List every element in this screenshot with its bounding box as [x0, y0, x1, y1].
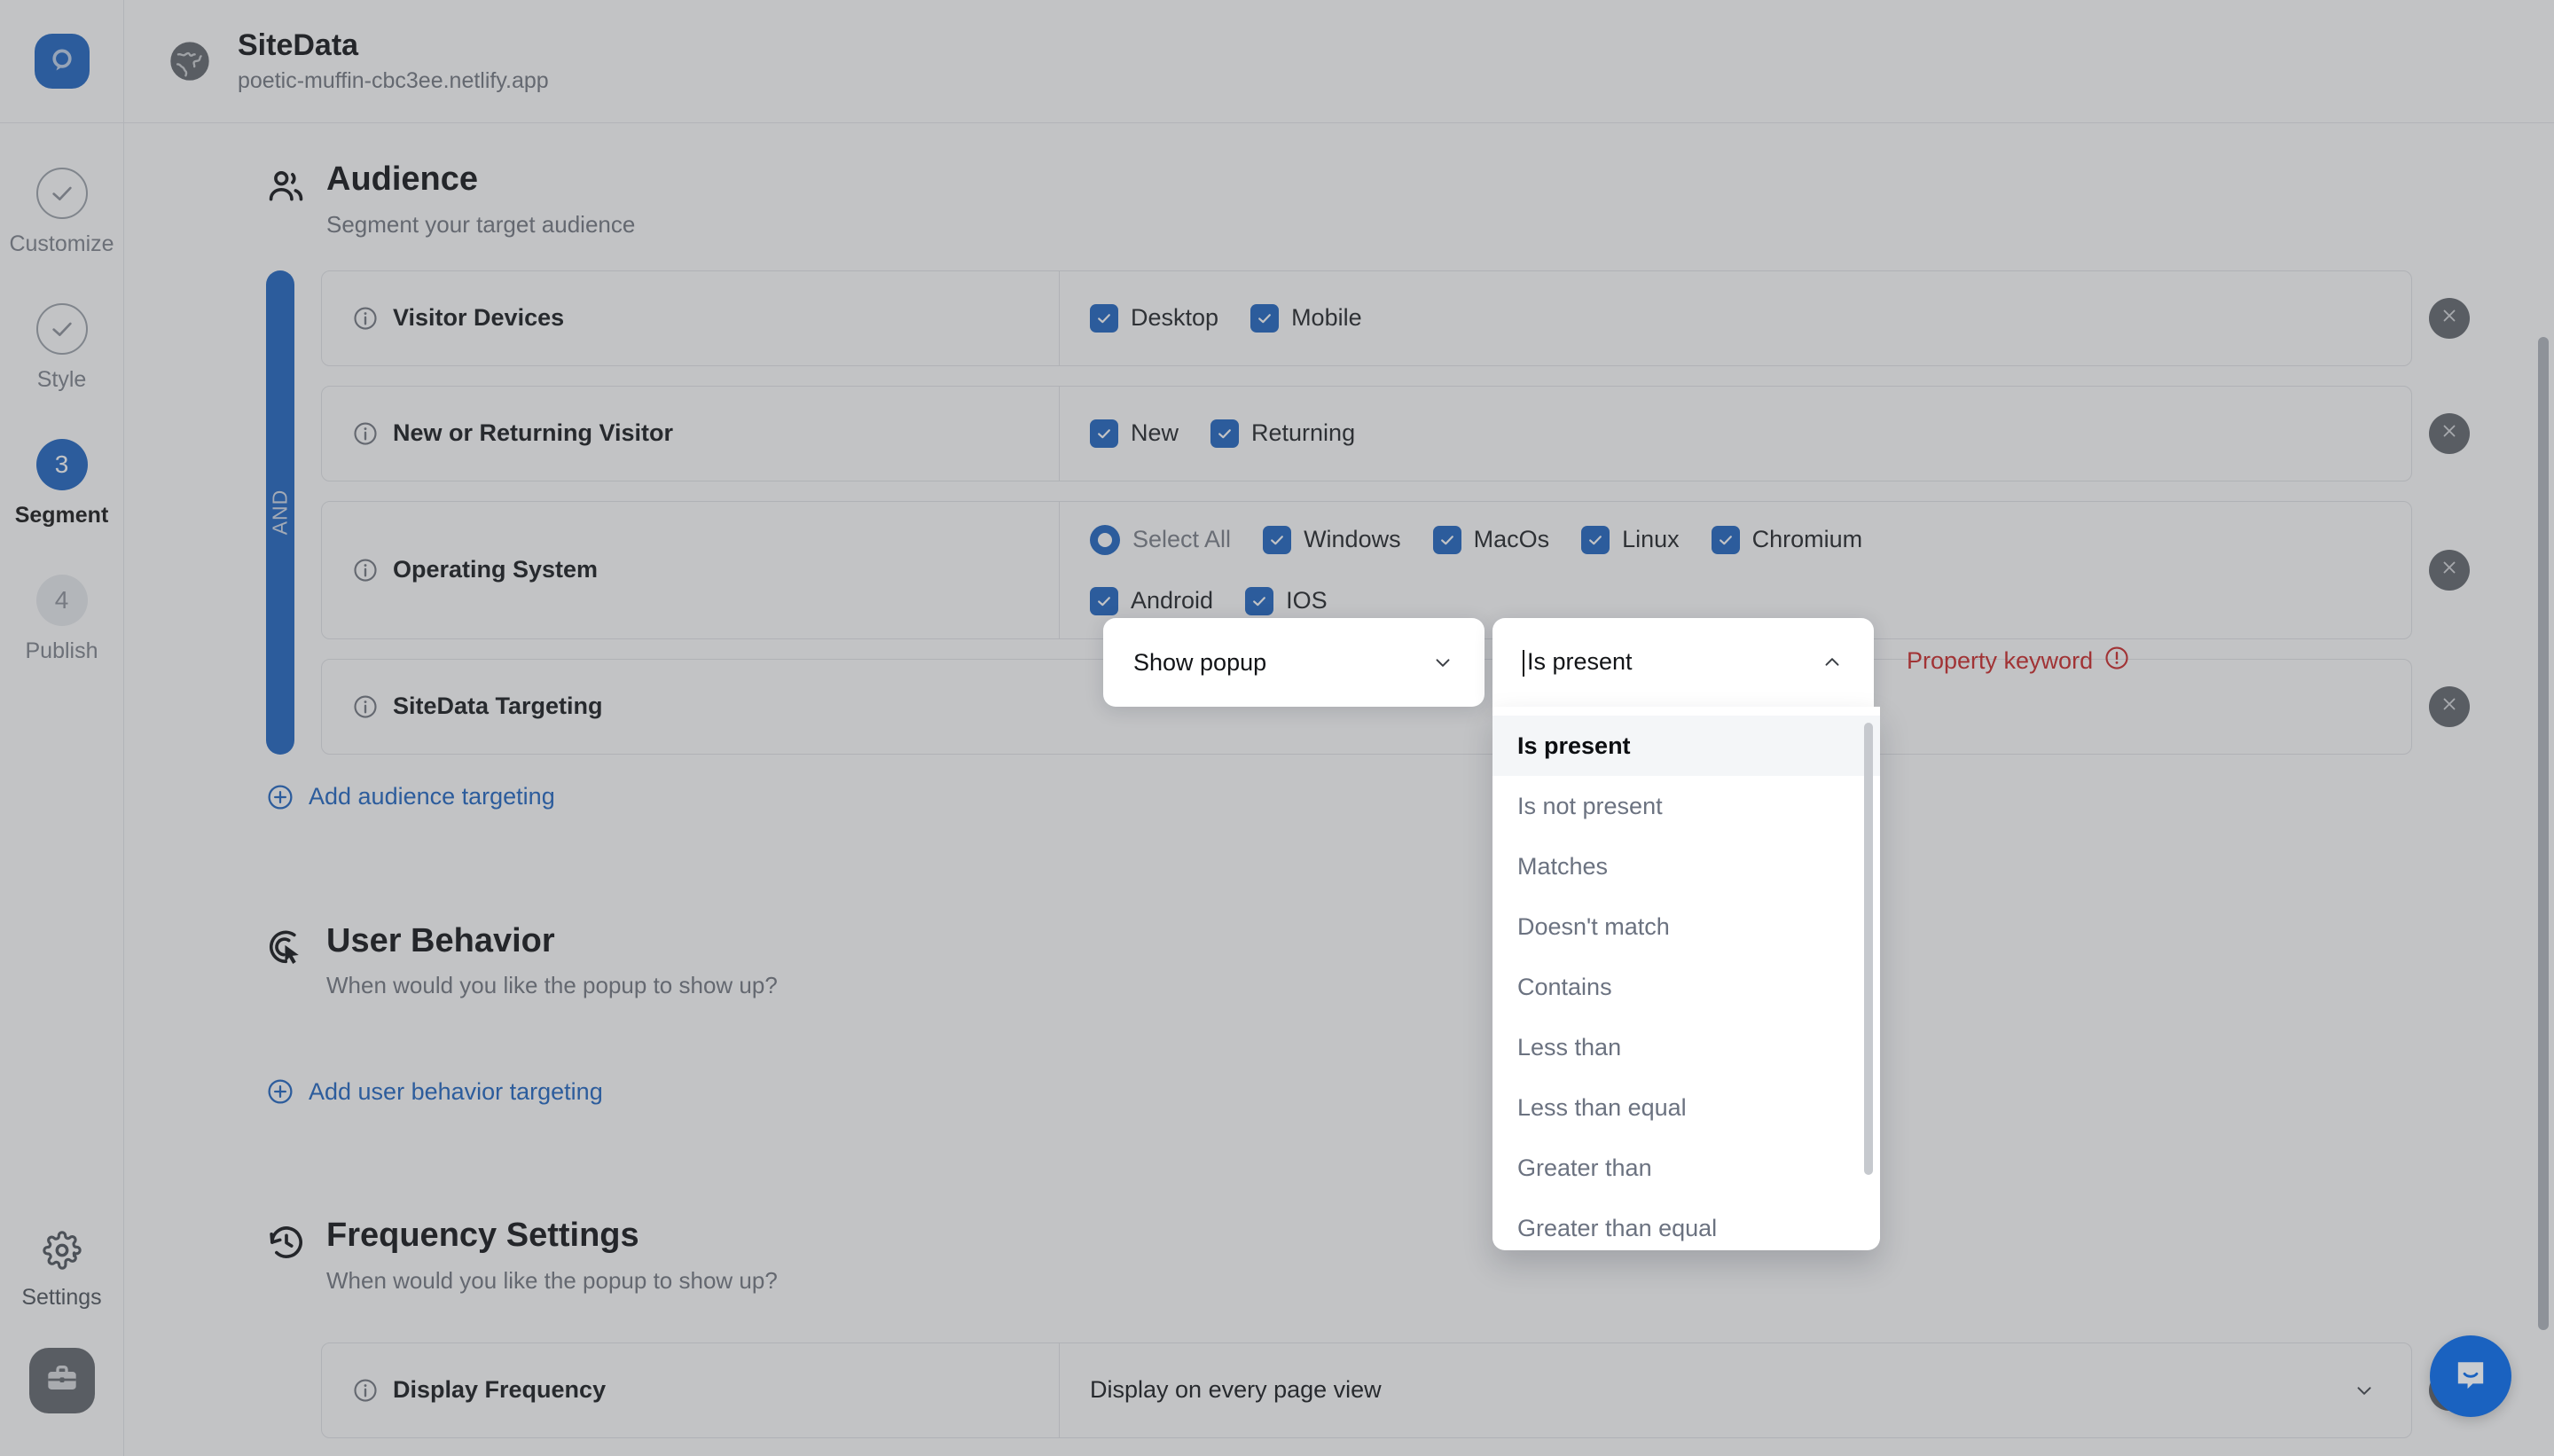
sitedata-targeting-controls: Show popup Is present Is present Is not … — [0, 0, 2554, 1456]
dropdown-item-greater-than-equal[interactable]: Greater than equal — [1492, 1198, 1880, 1250]
operator-select[interactable]: Is present — [1492, 618, 1874, 707]
dropdown-item-matches[interactable]: Matches — [1492, 836, 1880, 896]
dropdown-item-contains[interactable]: Contains — [1492, 957, 1880, 1017]
show-popup-select-value: Show popup — [1133, 649, 1266, 677]
chevron-down-icon — [1431, 651, 1454, 674]
dropdown-item-greater-than[interactable]: Greater than — [1492, 1138, 1880, 1198]
text-caret — [1523, 650, 1524, 677]
dropdown-item-is-present[interactable]: Is present — [1492, 716, 1880, 776]
chevron-up-icon — [1821, 651, 1844, 674]
dropdown-item-doesnt-match[interactable]: Doesn't match — [1492, 896, 1880, 957]
operator-dropdown-menu[interactable]: Is present Is not present Matches Doesn'… — [1492, 707, 1880, 1250]
show-popup-select[interactable]: Show popup — [1103, 618, 1485, 707]
dropdown-item-is-not-present[interactable]: Is not present — [1492, 776, 1880, 836]
dropdown-item-less-than[interactable]: Less than — [1492, 1017, 1880, 1077]
dropdown-scrollbar-thumb[interactable] — [1864, 723, 1873, 1175]
operator-select-value: Is present — [1523, 648, 1633, 677]
dropdown-item-less-than-equal[interactable]: Less than equal — [1492, 1077, 1880, 1138]
dropdown-scrollbar[interactable] — [1864, 723, 1873, 1219]
